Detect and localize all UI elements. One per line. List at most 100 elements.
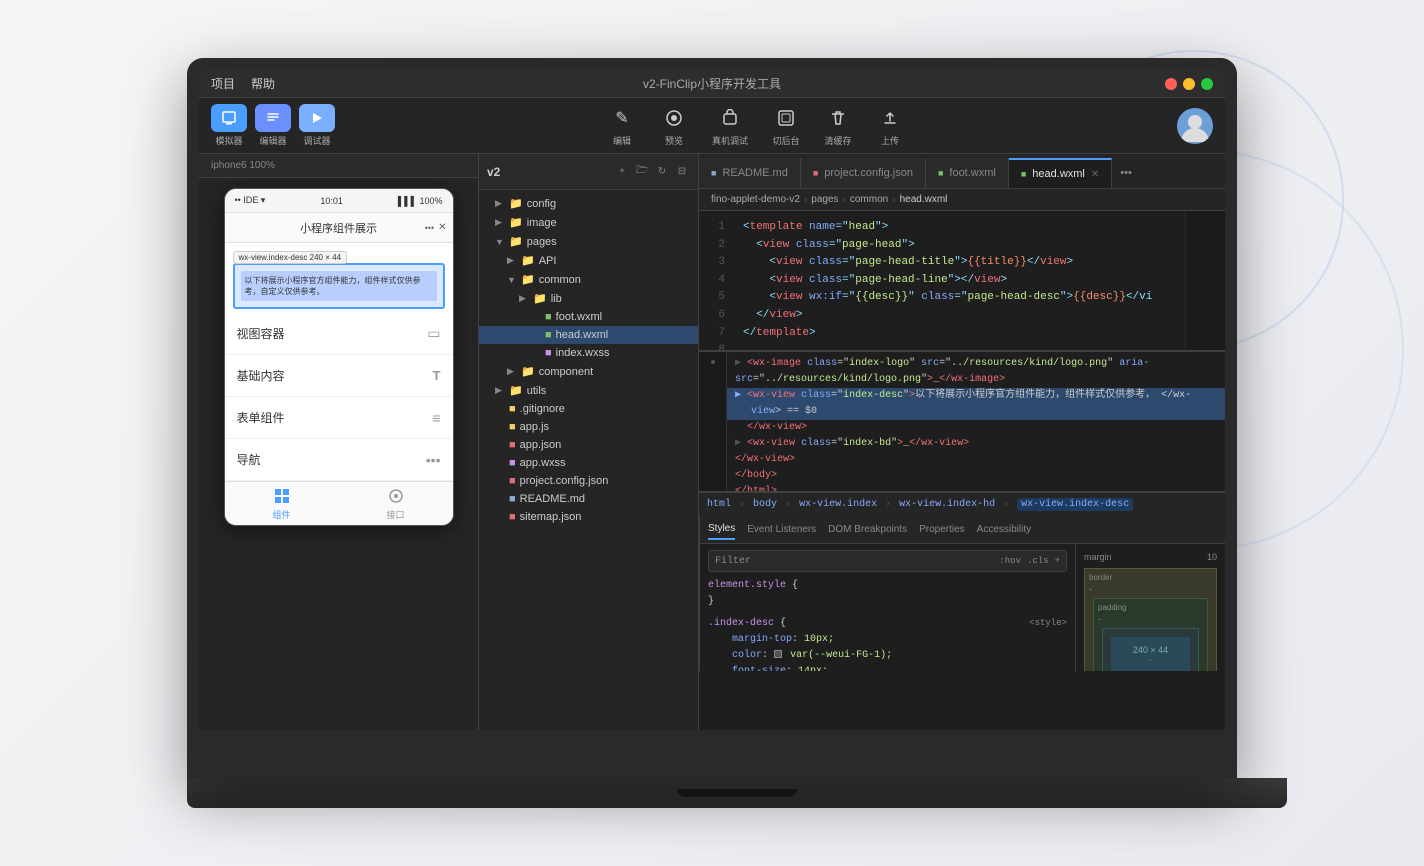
phone-bottom-bar: 组件 接口 [225, 481, 453, 525]
phone-tab-api[interactable]: 接口 [386, 486, 406, 521]
tab-foot[interactable]: ■ foot.wxml [926, 158, 1009, 188]
maximize-btn[interactable] [1201, 78, 1213, 90]
box-margin: border - padding [1084, 568, 1217, 671]
head-tab-close[interactable]: ✕ [1091, 169, 1099, 180]
styles-tab-styles[interactable]: Styles [708, 519, 735, 540]
padding-label: padding [1098, 603, 1203, 612]
tree-item-gitignore[interactable]: ▶ ■ .gitignore [479, 400, 698, 418]
badge-hov[interactable]: :hov [999, 556, 1021, 566]
highlight-box: 以下将展示小程序官方组件能力，组件样式仅供参考，自定义仅供参考。 [233, 263, 445, 309]
style-rule-index-desc: .index-desc { <style> margin-top: 10px; [708, 616, 1067, 671]
toolbar-action-clear[interactable]: 清缓存 [824, 104, 852, 147]
tree-item-utils[interactable]: ▶ 📁 utils [479, 381, 698, 400]
tree-item-head[interactable]: ▶ ■ head.wxml [479, 326, 698, 344]
toolbar-action-upload[interactable]: 上传 [876, 104, 904, 147]
md-icon: ■ [509, 493, 516, 505]
git-icon: ■ [509, 403, 516, 415]
toolbar-action-preview[interactable]: 预览 [660, 104, 688, 147]
list-icon-3: ••• [426, 452, 441, 468]
file-refresh-btn[interactable]: ↻ [654, 164, 670, 180]
tree-item-appjson[interactable]: ▶ ■ app.json [479, 436, 698, 454]
tree-item-image[interactable]: ▶ 📁 image [479, 213, 698, 232]
tab-projectjson[interactable]: ■ project.config.json [801, 158, 926, 188]
phone-tab-component[interactable]: 组件 [272, 486, 292, 521]
tree-item-readme[interactable]: ▶ ■ README.md [479, 490, 698, 508]
tree-item-index-wxss[interactable]: ▶ ■ index.wxss [479, 344, 698, 362]
badge-cls[interactable]: .cls [1027, 556, 1049, 566]
styles-tab-a11y[interactable]: Accessibility [977, 520, 1031, 539]
code-line-4: <view class="page-head-line"></view> [743, 272, 1173, 290]
toolbar-btn-editor[interactable]: 编辑器 [255, 104, 291, 147]
tree-item-sitemap[interactable]: ▶ ■ sitemap.json [479, 508, 698, 526]
api-tab-icon [386, 486, 406, 506]
badge-plus[interactable]: + [1055, 556, 1060, 566]
selector-body[interactable]: body [753, 499, 777, 510]
tree-item-pages[interactable]: ▼ 📁 pages [479, 232, 698, 251]
styles-tab-props[interactable]: Properties [919, 520, 965, 539]
elements-code[interactable]: ▶ <wx-image class="index-logo" src="../r… [727, 352, 1225, 491]
tree-item-component[interactable]: ▶ 📁 component [479, 362, 698, 381]
tab-more[interactable]: ••• [1112, 158, 1140, 188]
debugger-icon [299, 104, 335, 132]
json-icon: ■ [509, 511, 516, 523]
file-tree-title: v2 [487, 165, 500, 179]
elem-selector-bar: html › body › wx-view.index › wx-view.in… [699, 492, 1225, 516]
toolbar: 模拟器 编辑器 调试器 [199, 98, 1225, 154]
styles-filter[interactable]: Filter :hov .cls + [708, 550, 1067, 572]
phone-list-item-3[interactable]: 导航 ••• [225, 439, 453, 481]
simulator-header-text: iphone6 100% [211, 160, 275, 171]
xml-icon: ■ [545, 329, 552, 341]
readme-tab-icon: ■ [711, 168, 716, 178]
phone-list-item-1[interactable]: 基础内容 T [225, 355, 453, 397]
user-avatar[interactable] [1177, 108, 1213, 144]
padding-row: - [1098, 614, 1203, 624]
file-collapse-btn[interactable]: ⊟ [674, 164, 690, 180]
selector-wx-view-index-desc[interactable]: wx-view.index-desc [1017, 498, 1133, 511]
toolbar-btn-simulator[interactable]: 模拟器 [211, 104, 247, 147]
tree-item-common[interactable]: ▼ 📁 common [479, 270, 698, 289]
app-title: v2-FinClip小程序开发工具 [643, 75, 781, 92]
common-arrow: ▼ [507, 275, 517, 285]
tree-item-config[interactable]: ▶ 📁 config [479, 194, 698, 213]
phone-list-item-0[interactable]: 视图容器 ▭ [225, 313, 453, 355]
tree-item-foot[interactable]: ▶ ■ foot.wxml [479, 308, 698, 326]
file-folder-btn[interactable]: 🗁 [634, 164, 650, 180]
toolbar-action-edit[interactable]: ✎ 编辑 [608, 104, 636, 147]
phone-nav-close[interactable]: ✕ [438, 222, 446, 233]
styles-tab-dom[interactable]: DOM Breakpoints [828, 520, 907, 539]
selector-html[interactable]: html [707, 499, 731, 510]
menu-item-help[interactable]: 帮助 [251, 75, 275, 92]
elem-line-close-wxview: </wx-view> [727, 452, 1225, 468]
simulator-header: iphone6 100% [199, 154, 478, 178]
tree-item-lib[interactable]: ▶ 📁 lib [479, 289, 698, 308]
tab-readme[interactable]: ■ README.md [699, 158, 801, 188]
phone-list-item-2[interactable]: 表单组件 ≡ [225, 397, 453, 439]
upload-label: 上传 [881, 134, 899, 147]
styles-left: Filter :hov .cls + [700, 544, 1075, 671]
tree-item-appwxss[interactable]: ▶ ■ app.wxss [479, 454, 698, 472]
phone-nav-dots[interactable]: ••• [425, 223, 434, 233]
elem-line-body: </body> [727, 468, 1225, 484]
styles-tab-events[interactable]: Event Listeners [747, 520, 816, 539]
tab-head[interactable]: ■ head.wxml ✕ [1009, 158, 1112, 188]
toolbar-action-debug[interactable]: 真机调试 [712, 104, 748, 147]
file-new-btn[interactable]: + [614, 164, 630, 180]
toolbar-btn-debugger[interactable]: 调试器 [299, 104, 335, 147]
tree-item-appjs[interactable]: ▶ ■ app.js [479, 418, 698, 436]
minimize-btn[interactable] [1183, 78, 1195, 90]
tree-item-projectjson[interactable]: ▶ ■ project.config.json [479, 472, 698, 490]
breadcrumb-pages: pages [811, 194, 838, 205]
close-btn[interactable] [1165, 78, 1177, 90]
selector-wx-view-index[interactable]: wx-view.index [799, 499, 877, 510]
phone-nav-actions: ••• ✕ [425, 222, 447, 233]
pages-arrow: ▼ [495, 237, 505, 247]
window-controls [1165, 78, 1213, 90]
selector-wx-view-index-hd[interactable]: wx-view.index-hd [899, 499, 995, 510]
style-rule-desc-selector: .index-desc { <style> [708, 616, 1067, 632]
menu-item-project[interactable]: 项目 [211, 75, 235, 92]
style-prop-color: color: var(--weui-FG-1); [720, 648, 1067, 664]
preview-icon [660, 104, 688, 132]
code-text[interactable]: <template name="head"> <view class="page… [731, 211, 1185, 350]
toolbar-action-bg[interactable]: 切后台 [772, 104, 800, 147]
tree-item-api[interactable]: ▶ 📁 API [479, 251, 698, 270]
